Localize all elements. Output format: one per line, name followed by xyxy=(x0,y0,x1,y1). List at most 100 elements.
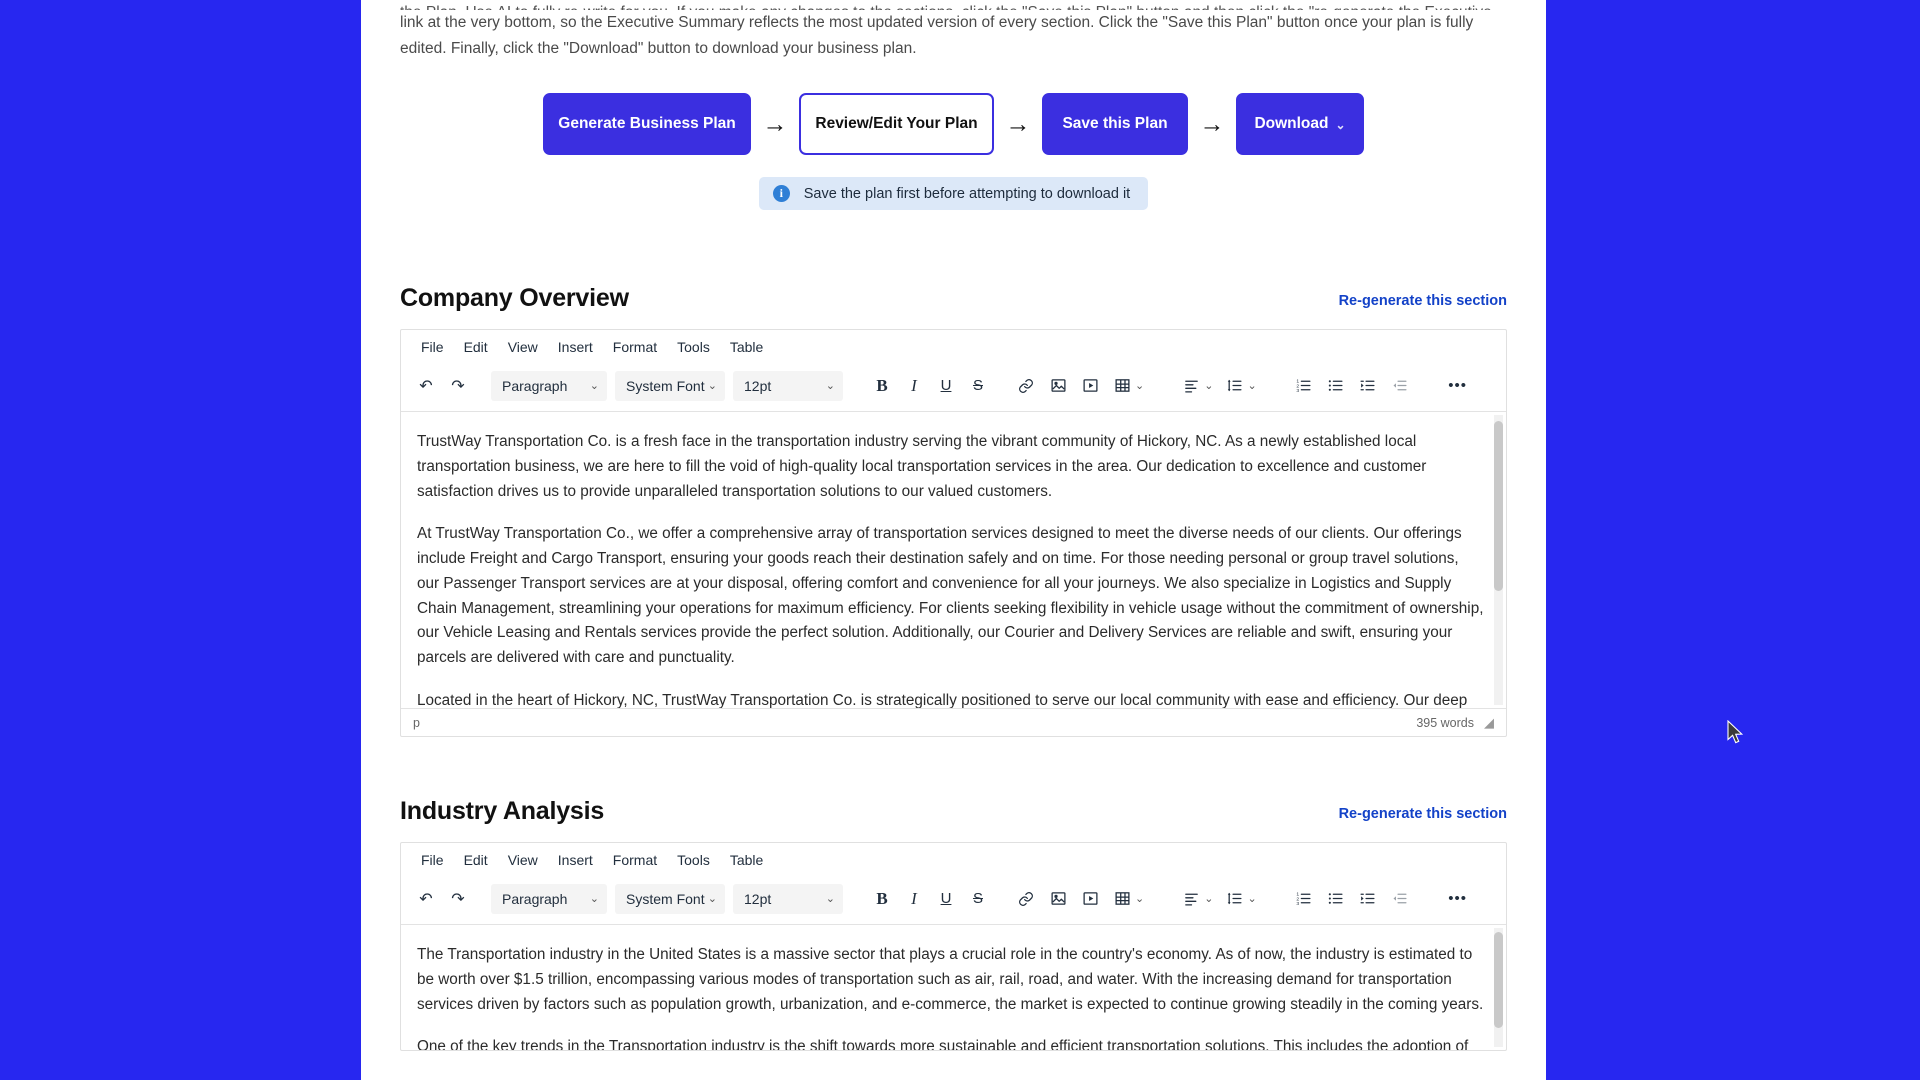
menu-edit[interactable]: Edit xyxy=(454,335,498,359)
bold-button[interactable]: B xyxy=(867,884,897,914)
increase-indent-icon[interactable] xyxy=(1353,371,1383,401)
link-icon[interactable] xyxy=(1011,371,1041,401)
font-size-select[interactable]: 12pt ⌄ xyxy=(733,370,843,401)
menu-view[interactable]: View xyxy=(498,335,548,359)
svg-text:3: 3 xyxy=(1297,901,1300,907)
rich-text-editor-company-overview[interactable]: File Edit View Insert Format Tools Table… xyxy=(400,329,1507,738)
screen: the Plan. Use AI to fully re-write for y… xyxy=(0,0,1920,1080)
table-insert-control[interactable]: ⌄ xyxy=(1107,884,1148,914)
table-icon[interactable] xyxy=(1107,371,1137,401)
line-height-control[interactable]: ⌄ xyxy=(1219,371,1260,401)
editor-scrollbar[interactable] xyxy=(1494,928,1503,1048)
font-size-value: 12pt xyxy=(744,377,772,394)
media-icon[interactable] xyxy=(1075,884,1105,914)
download-button[interactable]: Download ⌄ xyxy=(1236,93,1364,156)
chevron-down-icon: ⌄ xyxy=(1135,380,1145,393)
chevron-down-icon: ⌄ xyxy=(589,893,599,906)
undo-icon[interactable]: ↶ xyxy=(411,371,441,401)
intro-line-clipped: the Plan. Use AI to fully re-write for y… xyxy=(400,0,1507,10)
chevron-down-icon: ⌄ xyxy=(707,893,717,906)
redo-icon[interactable]: ↷ xyxy=(443,371,473,401)
media-icon[interactable] xyxy=(1075,371,1105,401)
undo-icon[interactable]: ↶ xyxy=(411,884,441,914)
editor-scrollbar[interactable] xyxy=(1494,415,1503,706)
page-title-company-overview: Company Overview xyxy=(400,284,629,313)
align-left-icon[interactable] xyxy=(1176,884,1206,914)
numbered-list-icon[interactable]: 123 xyxy=(1289,884,1319,914)
image-icon[interactable] xyxy=(1043,371,1073,401)
line-height-control[interactable]: ⌄ xyxy=(1219,884,1260,914)
table-icon[interactable] xyxy=(1107,884,1137,914)
review-edit-plan-button[interactable]: Review/Edit Your Plan xyxy=(799,93,994,156)
menu-tools[interactable]: Tools xyxy=(667,335,720,359)
strikethrough-button[interactable]: S xyxy=(963,884,993,914)
numbered-list-icon[interactable]: 123 xyxy=(1289,371,1319,401)
regenerate-section-link-industry-analysis[interactable]: Re-generate this section xyxy=(1339,806,1507,826)
menu-insert[interactable]: Insert xyxy=(548,848,603,872)
generate-business-plan-button[interactable]: Generate Business Plan xyxy=(543,93,751,156)
section-header-company-overview: Company Overview Re-generate this sectio… xyxy=(400,284,1507,313)
rich-text-editor-industry-analysis[interactable]: File Edit View Insert Format Tools Table… xyxy=(400,842,1507,1052)
editor-statusbar-company-overview: p 395 words ◢ xyxy=(401,708,1506,736)
align-control[interactable]: ⌄ xyxy=(1176,884,1217,914)
align-control[interactable]: ⌄ xyxy=(1176,371,1217,401)
menu-file[interactable]: File xyxy=(411,335,454,359)
menu-format[interactable]: Format xyxy=(603,848,667,872)
chevron-down-icon: ⌄ xyxy=(825,380,835,393)
word-count: 395 words xyxy=(1416,715,1474,730)
menu-file[interactable]: File xyxy=(411,848,454,872)
bold-button[interactable]: B xyxy=(867,371,897,401)
editor-body-company-overview[interactable]: TrustWay Transportation Co. is a fresh f… xyxy=(401,412,1506,708)
increase-indent-icon[interactable] xyxy=(1353,884,1383,914)
workflow-steps: Generate Business Plan → Review/Edit You… xyxy=(400,93,1507,156)
bulleted-list-icon[interactable] xyxy=(1321,884,1351,914)
paragraph: At TrustWay Transportation Co., we offer… xyxy=(417,525,1484,667)
menu-tools[interactable]: Tools xyxy=(667,848,720,872)
menu-view[interactable]: View xyxy=(498,848,548,872)
arrow-3-icon: → xyxy=(1199,109,1225,138)
align-left-icon[interactable] xyxy=(1176,371,1206,401)
strikethrough-button[interactable]: S xyxy=(963,371,993,401)
italic-button[interactable]: I xyxy=(899,884,929,914)
image-icon[interactable] xyxy=(1043,884,1073,914)
menu-format[interactable]: Format xyxy=(603,335,667,359)
table-insert-control[interactable]: ⌄ xyxy=(1107,371,1148,401)
editor-menubar-company-overview: File Edit View Insert Format Tools Table xyxy=(401,330,1506,364)
link-icon[interactable] xyxy=(1011,884,1041,914)
save-first-alert: i Save the plan first before attempting … xyxy=(758,177,1149,211)
font-size-select[interactable]: 12pt ⌄ xyxy=(733,883,843,914)
chevron-down-icon: ⌄ xyxy=(1204,893,1214,906)
font-family-select[interactable]: System Font ⌄ xyxy=(615,883,725,914)
bulleted-list-icon[interactable] xyxy=(1321,371,1351,401)
more-options-icon[interactable]: ••• xyxy=(1443,371,1473,401)
generate-business-plan-label: Generate Business Plan xyxy=(558,115,736,133)
menu-edit[interactable]: Edit xyxy=(454,848,498,872)
block-format-select[interactable]: Paragraph ⌄ xyxy=(491,883,607,914)
editor-menubar-industry-analysis: File Edit View Insert Format Tools Table xyxy=(401,843,1506,877)
save-first-alert-text: Save the plan first before attempting to… xyxy=(803,185,1131,202)
italic-button[interactable]: I xyxy=(899,371,929,401)
regenerate-section-link-company-overview[interactable]: Re-generate this section xyxy=(1339,293,1507,313)
more-options-icon[interactable]: ••• xyxy=(1443,884,1473,914)
save-this-plan-label: Save this Plan xyxy=(1062,115,1168,133)
redo-icon[interactable]: ↷ xyxy=(443,884,473,914)
line-height-icon[interactable] xyxy=(1219,371,1249,401)
decrease-indent-icon[interactable] xyxy=(1385,371,1415,401)
underline-button[interactable]: U xyxy=(931,371,961,401)
chevron-down-icon: ⌄ xyxy=(589,380,599,393)
underline-button[interactable]: U xyxy=(931,884,961,914)
menu-insert[interactable]: Insert xyxy=(548,335,603,359)
chevron-down-icon: ⌄ xyxy=(1247,380,1257,393)
decrease-indent-icon[interactable] xyxy=(1385,884,1415,914)
download-label: Download xyxy=(1254,115,1329,133)
line-height-icon[interactable] xyxy=(1219,884,1249,914)
font-family-select[interactable]: System Font ⌄ xyxy=(615,370,725,401)
block-format-select[interactable]: Paragraph ⌄ xyxy=(491,370,607,401)
editor-body-industry-analysis[interactable]: The Transportation industry in the Unite… xyxy=(401,925,1506,1050)
page-title-industry-analysis: Industry Analysis xyxy=(400,797,605,826)
resize-handle-icon[interactable]: ◢ xyxy=(1484,715,1494,731)
save-this-plan-button[interactable]: Save this Plan xyxy=(1042,93,1188,156)
menu-table[interactable]: Table xyxy=(720,335,773,359)
chevron-down-icon: ⌄ xyxy=(1335,118,1346,133)
menu-table[interactable]: Table xyxy=(720,848,773,872)
